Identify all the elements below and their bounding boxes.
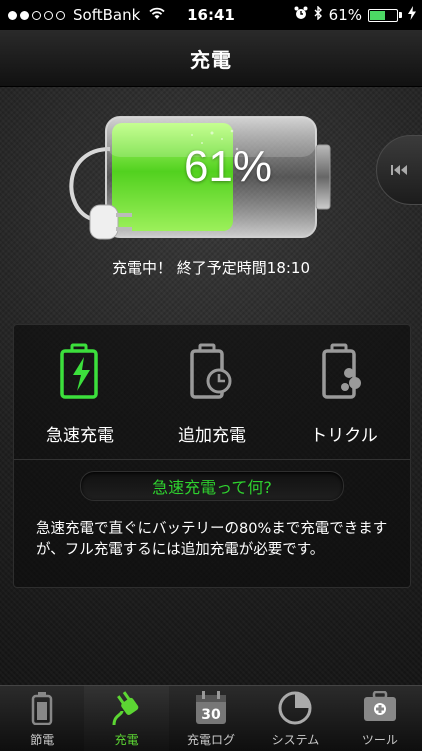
alarm-icon [294, 6, 308, 24]
battery-percentage: 61% [183, 142, 273, 191]
divider [14, 459, 410, 460]
tab-charge-log[interactable]: 30 充電ログ [169, 686, 253, 751]
tab-label: 節電 [30, 733, 55, 747]
battery-bubbles-icon [321, 343, 367, 403]
mode-additional-charge[interactable]: 追加充電 [146, 325, 278, 459]
charging-mode-panel: 急速充電 追加充電 トリクル 急速充電って何? 急速充電で直ぐにバッテリーの80… [13, 324, 411, 588]
pie-chart-icon [278, 691, 312, 729]
tab-label: 充電 [114, 733, 139, 747]
battery-percent: 61% [328, 6, 362, 24]
battery-icon [31, 691, 53, 729]
tab-system[interactable]: システム [253, 686, 337, 751]
bluetooth-icon [314, 5, 323, 24]
mode-description: 急速充電で直ぐにバッテリーの80%まで充電できますが、フル充電するには追加充電が… [36, 521, 388, 558]
side-panel-toggle[interactable] [376, 135, 422, 205]
toolbox-icon [363, 690, 397, 727]
main-content: 61% 充電中！ 終了予定時間18:10 急速充電 追加充電 トリクル 急速充電… [0, 87, 422, 685]
svg-text:30: 30 [201, 707, 221, 723]
tab-power-saving[interactable]: 節電 [0, 686, 84, 751]
tab-bar: 節電 充電 30 充電ログ システム ツール [0, 685, 422, 751]
tab-label: 充電ログ [187, 733, 236, 747]
battery-status-icon [368, 8, 398, 22]
calendar-icon: 30 [195, 691, 227, 729]
charging-bolt-icon [408, 6, 416, 24]
rewind-icon [391, 161, 407, 180]
tab-charge[interactable]: 充電 [84, 686, 169, 751]
mode-label: 急速充電 [46, 426, 114, 446]
battery-clock-icon [189, 343, 235, 403]
mode-quick-charge[interactable]: 急速充電 [14, 325, 146, 459]
mode-trickle[interactable]: トリクル [278, 325, 410, 459]
battery-bolt-icon [57, 343, 103, 403]
tab-tools[interactable]: ツール [338, 686, 422, 751]
plug-icon [110, 691, 144, 731]
tab-label: ツール [361, 733, 398, 747]
mode-label: 追加充電 [178, 426, 246, 446]
navigation-bar: 充電 [0, 30, 422, 87]
page-title: 充電 [190, 47, 232, 72]
mode-label: トリクル [310, 426, 378, 446]
tab-label: システム [271, 733, 320, 747]
what-is-quick-charge-button[interactable]: 急速充電って何? [80, 471, 344, 501]
status-bar: SoftBank 16:41 61% [0, 0, 422, 30]
charging-status-text: 充電中！ 終了予定時間18:10 [112, 259, 310, 277]
